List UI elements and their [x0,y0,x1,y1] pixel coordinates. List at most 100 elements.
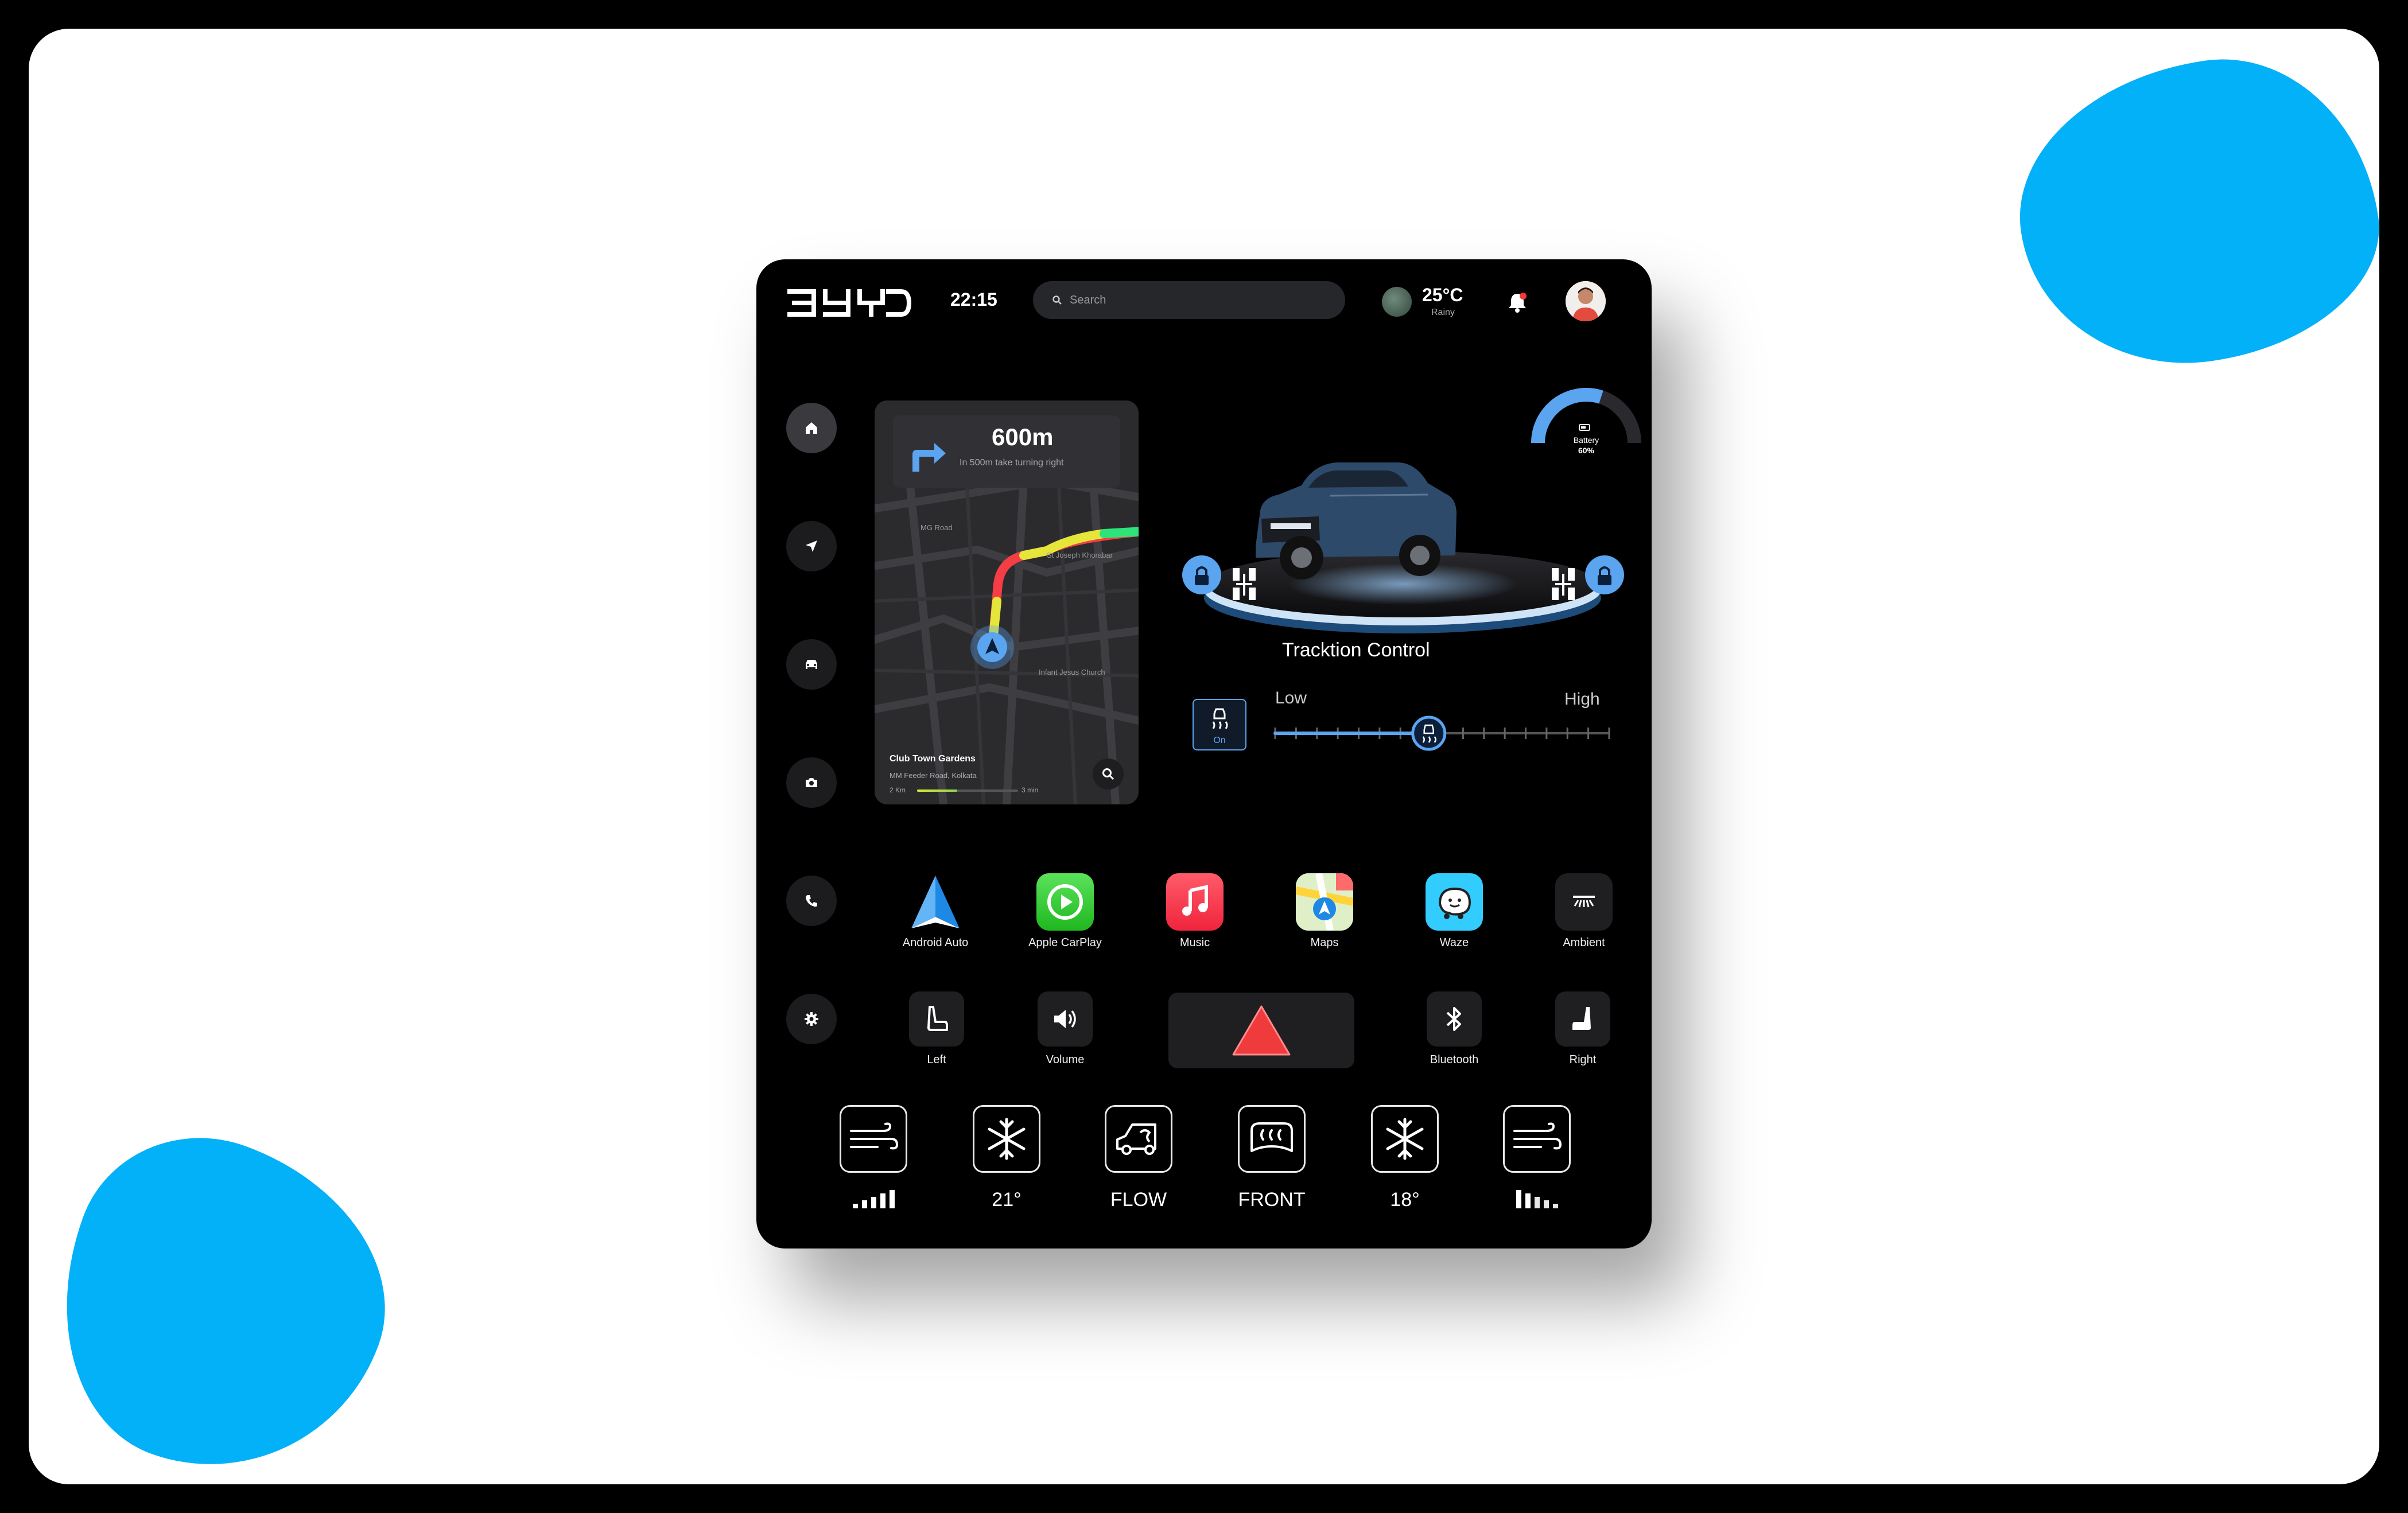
traction-icon [1212,708,1228,729]
app-ambient[interactable]: Ambient [1544,873,1624,950]
app-label: Apple CarPlay [1028,936,1102,949]
airflow-control[interactable]: FLOW [1093,1105,1184,1212]
front-defrost-control[interactable]: FRONT [1226,1105,1318,1212]
weather-condition: Rainy [1431,308,1455,317]
fan-left-icon [840,1105,907,1173]
map-search-button[interactable] [1093,759,1124,789]
android-auto-icon [907,873,964,931]
sidebar-settings-button[interactable] [786,994,837,1044]
volume-icon [1038,991,1093,1047]
destination-name: Club Town Gardens [890,754,976,764]
search-icon [1102,768,1114,780]
destination-address: MM Feeder Road, Kolkata [890,771,977,780]
fan-right-control[interactable] [1491,1105,1583,1208]
hazard-icon [1232,1005,1291,1056]
app-label: Waze [1439,936,1469,949]
traction-toggle-label: On [1213,736,1226,745]
music-icon [1166,873,1224,931]
snowflake-right-icon [1371,1105,1439,1173]
notification-bell-icon[interactable] [1504,288,1531,316]
user-avatar[interactable] [1566,281,1606,321]
temperature: 25°C [1422,285,1463,305]
seat-left-button[interactable]: Left [896,991,977,1067]
fan-left-level [828,1189,919,1208]
decorative-blob-bottom [29,1102,427,1484]
search-input[interactable] [1069,293,1323,308]
climate-right-temp-control[interactable]: 18° [1359,1105,1451,1212]
fan-level-bar [1552,1204,1558,1208]
sidebar-car-button[interactable] [786,639,837,690]
battery-label: Battery [1574,435,1599,445]
map-label-landmark: Infant Jesus Church [1039,668,1105,676]
seat-right-icon [1555,991,1610,1047]
front-defrost-icon [1238,1105,1306,1173]
fan-left-control[interactable] [828,1105,919,1208]
app-label: Maps [1310,936,1339,949]
fan-level-bar [861,1200,867,1208]
sidebar-camera-button[interactable] [786,757,837,808]
weather-icon [1382,287,1412,317]
turn-right-arrow-icon [912,443,946,472]
maps-icon [1296,873,1353,931]
hazard-button[interactable] [1168,993,1354,1068]
navigation-card[interactable]: 600m In 500m take turning right MG Road … [875,400,1139,804]
traction-low-label: Low [1275,689,1307,707]
apple-carplay-icon [1036,873,1094,931]
clock: 22:15 [950,289,997,310]
ambient-light-icon [1555,873,1613,931]
traction-control-title: Tracktion Control [1282,639,1430,661]
bluetooth-button[interactable]: Bluetooth [1414,991,1494,1067]
climate-left-temp-control[interactable]: 21° [961,1105,1052,1212]
climate-label: 18° [1390,1189,1420,1211]
search-icon [1046,289,1069,312]
app-label: Music [1179,936,1210,949]
fan-level-bar [880,1193,885,1208]
app-label: Ambient [1563,936,1605,949]
lock-right-icon [1585,555,1624,594]
traction-slider[interactable] [1273,713,1611,753]
traction-toggle-button[interactable]: On [1193,699,1246,750]
home-icon [806,422,817,434]
sidebar-phone-button[interactable] [786,876,837,926]
map-label-area: St Joseph Khorabar [1047,551,1113,559]
climate-label: FLOW [1110,1189,1167,1211]
fan-level-bar [889,1190,895,1208]
app-android-auto[interactable]: Android Auto [895,873,976,950]
snowflake-left-icon [973,1105,1040,1173]
volume-button[interactable]: Volume [1025,991,1105,1067]
turn-distance: 600m [992,423,1054,450]
app-music[interactable]: Music [1155,873,1235,950]
app-apple-carplay[interactable]: Apple CarPlay [1025,873,1105,950]
lock-left-icon [1182,555,1221,594]
seat-left-icon [909,991,964,1047]
fan-level-bar [852,1204,858,1208]
bluetooth-icon [1427,991,1482,1047]
infotainment-screen: 22:15 25°C Rainy [756,259,1652,1248]
turn-instruction: In 500m take turning right [960,458,1064,468]
airflow-icon [1105,1105,1172,1173]
search-bar[interactable] [1033,281,1345,319]
app-waze[interactable]: Waze [1414,873,1494,950]
seat-right-button[interactable]: Right [1543,991,1623,1067]
sidebar-home-button[interactable] [786,403,837,453]
fan-right-icon [1503,1105,1571,1173]
route-progress-bar [917,789,1018,792]
app-maps[interactable]: Maps [1284,873,1365,950]
byd-logo [787,289,912,317]
phone-icon [806,895,817,907]
fan-level-bar [1516,1190,1521,1208]
sidebar-navigation-button[interactable] [786,521,837,571]
car-icon [806,660,817,669]
control-label: Left [927,1053,946,1066]
fan-level-bar [871,1197,876,1208]
decorative-blob-top [2001,40,2379,385]
eta: 3 min [1022,786,1039,794]
traction-slider-handle [1411,715,1447,751]
control-label: Right [1569,1053,1597,1066]
climate-label: FRONT [1238,1189,1306,1211]
settings-icon [805,1012,818,1026]
fan-right-level [1491,1189,1583,1208]
map-label-road: MG Road [921,523,953,532]
camera-icon [806,778,817,787]
fan-level-bar [1534,1197,1540,1208]
